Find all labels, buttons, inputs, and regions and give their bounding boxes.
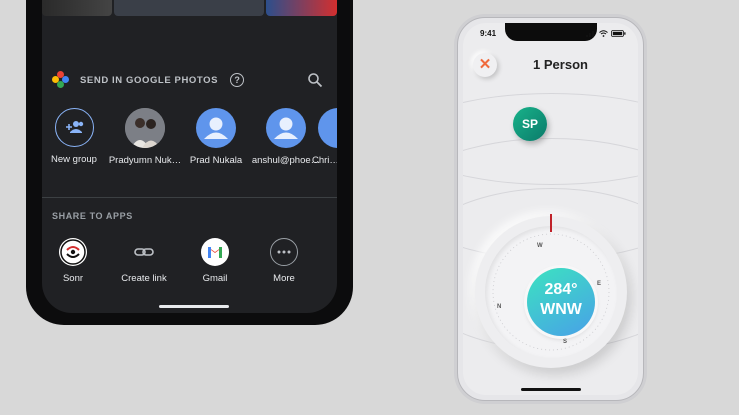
photo-thumbnail[interactable] — [266, 0, 337, 16]
peer-avatar[interactable]: SP — [513, 107, 547, 141]
compass-mark-s: S — [563, 339, 568, 345]
app-sonr[interactable]: Sonr — [42, 238, 105, 284]
contact-list: New group Pradyumn Nuk… Prad Nukala ansh… — [42, 108, 337, 178]
default-avatar-icon — [196, 108, 236, 148]
default-avatar-icon — [266, 108, 306, 148]
compass-mark-w: W — [537, 243, 543, 249]
page-title: 1 Person — [533, 57, 588, 72]
compass-direction: WNW — [540, 301, 582, 318]
status-time: 9:41 — [480, 29, 497, 38]
app-label: Create link — [121, 273, 167, 284]
app-more[interactable]: More — [252, 238, 316, 284]
left-phone: SEND IN GOOGLE PHOTOS ? New group Pradyu… — [26, 0, 353, 325]
default-avatar-icon — [318, 108, 337, 148]
contact-prad-nukala[interactable]: Prad Nukala — [176, 108, 256, 166]
app-label: Gmail — [202, 273, 228, 284]
add-group-icon — [54, 108, 94, 147]
status-icons — [586, 30, 626, 37]
battery-icon — [611, 30, 626, 37]
compass-mark-e: E — [597, 281, 602, 287]
heading-dial: 284° WNW — [527, 268, 595, 336]
photo-thumbnail[interactable] — [42, 0, 112, 16]
photo-thumbnails — [42, 0, 337, 16]
notch — [505, 23, 597, 41]
app-gmail[interactable]: Gmail — [183, 238, 247, 284]
home-indicator — [521, 388, 581, 391]
compass-screen: 9:41 ✕ 1 Person SP W E S N 284° WNW — [463, 23, 638, 395]
sonr-icon — [59, 238, 87, 266]
share-section-title: SEND IN GOOGLE PHOTOS — [80, 74, 219, 86]
contact-label: Chri… — [312, 155, 337, 166]
gmail-icon — [201, 238, 229, 266]
wifi-icon — [599, 30, 608, 37]
photo-thumbnail[interactable] — [114, 0, 264, 16]
compass-heading: 284° — [544, 281, 578, 298]
contact-label: New group — [51, 154, 97, 165]
help-icon[interactable]: ? — [230, 73, 245, 87]
contact-new-group[interactable]: New group — [42, 108, 114, 165]
share-header: SEND IN GOOGLE PHOTOS ? — [52, 70, 327, 90]
link-icon — [130, 238, 158, 266]
apps-section-title: SHARE TO APPS — [52, 211, 133, 221]
contact-partial[interactable]: Chri… — [310, 108, 337, 166]
compass-needle — [550, 214, 552, 232]
compass-face: W E S N 284° WNW — [485, 226, 617, 358]
contact-label: Prad Nukala — [189, 155, 243, 166]
contact-pradyumn[interactable]: Pradyumn Nuk… — [105, 108, 185, 166]
compass-mark-n: N — [497, 304, 502, 310]
app-label: Sonr — [62, 273, 84, 284]
divider — [42, 197, 337, 198]
google-photos-icon — [52, 71, 70, 89]
right-phone: 9:41 ✕ 1 Person SP W E S N 284° WNW — [457, 17, 644, 401]
home-indicator — [159, 305, 229, 308]
avatar — [125, 108, 165, 148]
compass: W E S N 284° WNW — [475, 214, 627, 368]
share-sheet: SEND IN GOOGLE PHOTOS ? New group Pradyu… — [42, 0, 337, 313]
search-icon[interactable] — [307, 72, 323, 88]
contact-label: Pradyumn Nuk… — [108, 155, 182, 166]
more-icon — [270, 238, 298, 266]
signal-icon — [586, 31, 594, 37]
app-label: More — [273, 273, 295, 284]
app-create-link[interactable]: Create link — [112, 238, 176, 284]
